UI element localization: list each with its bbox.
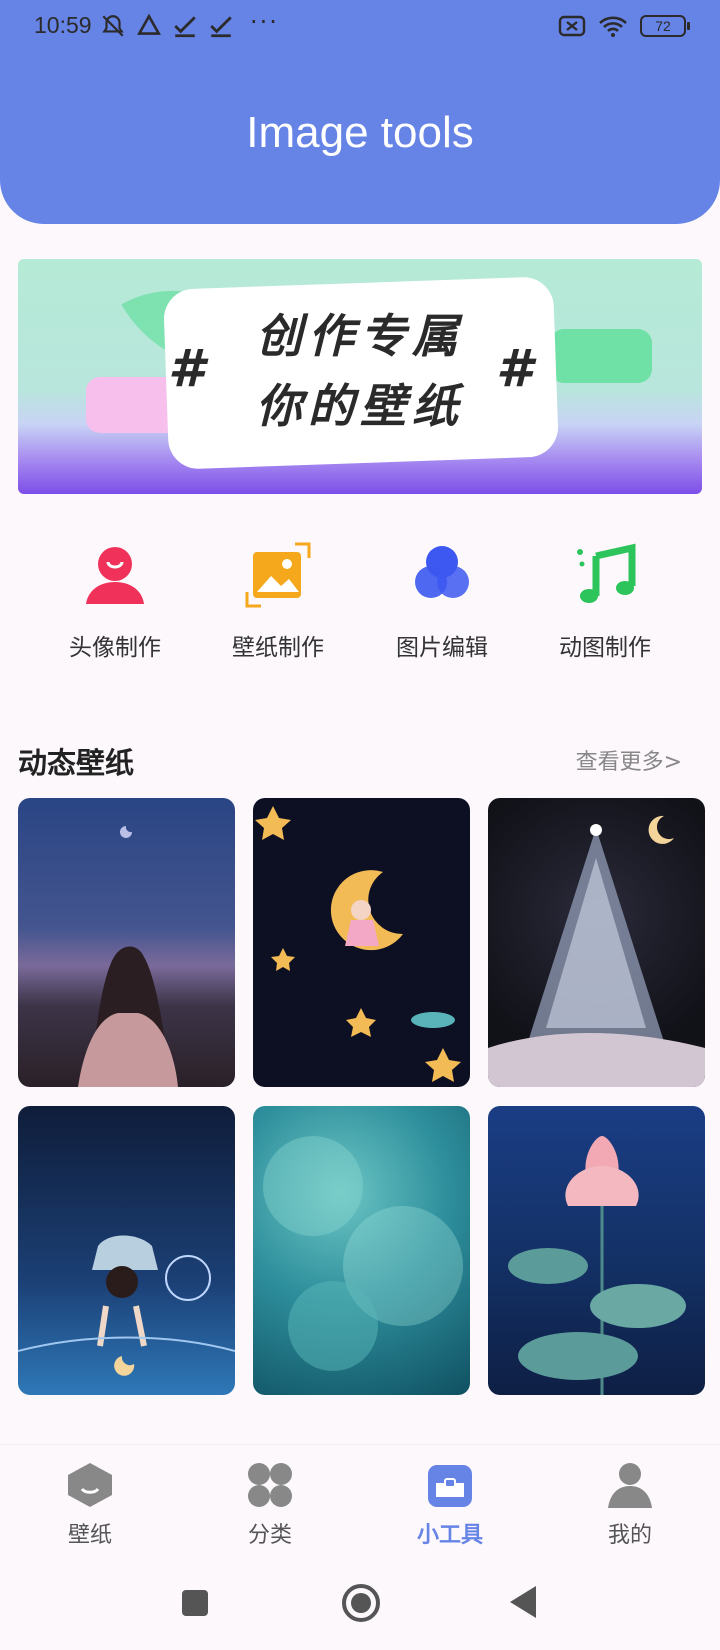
promo-banner[interactable]: 创作专属 你的壁纸 # # [18,259,702,494]
status-time: 10:59 [34,12,92,38]
check-icon [174,16,196,38]
no-sim-icon [558,15,586,37]
system-nav-bar [0,1566,720,1650]
check-icon [210,16,232,38]
recents-button-icon[interactable] [180,1588,210,1618]
tool-label: 头像制作 [69,635,161,661]
drive-icon [137,13,161,35]
tool-gif-maker[interactable]: 动图制作 [535,540,675,662]
tab-tools[interactable]: 小工具 [390,1461,510,1549]
tool-label: 图片编辑 [396,635,488,661]
wallpaper-image [488,815,705,1087]
tool-label: 动图制作 [559,635,651,661]
see-more-link[interactable]: 查看更多> [576,744,682,776]
tool-wallpaper-maker[interactable]: 壁纸制作 [208,540,348,662]
wallpaper-thumb[interactable] [18,1106,235,1395]
banner-line-1: 创作专属 [256,309,464,363]
wallpaper-image [508,1136,686,1395]
tool-label: 壁纸制作 [232,635,324,661]
tools-row: 头像制作 壁纸制作 图片编辑 动图制作 [0,540,720,670]
tab-label: 小工具 [416,1523,483,1548]
back-button-icon[interactable] [508,1584,538,1620]
more-notifications-icon: ··· [250,8,279,36]
banner-line-2: 你的壁纸 [256,379,464,433]
wallpaper-icon [68,1463,112,1507]
status-system-icons: 72 [558,14,690,38]
status-bar: 10:59 ··· 72 [0,0,720,56]
wallpaper-thumb[interactable] [488,798,705,1087]
tab-profile[interactable]: 我的 [570,1461,690,1549]
tab-label: 壁纸 [67,1523,112,1548]
wallpaper-thumb[interactable] [253,1106,470,1395]
wallpaper-image [263,1136,463,1371]
wallpaper-image [78,826,178,1087]
battery-indicator: 72 [640,15,690,37]
wallpaper-thumb[interactable] [488,1106,705,1395]
color-circles-icon [415,546,469,598]
bottom-tab-bar: 壁纸 分类 小工具 我的 [0,1444,720,1566]
tab-wallpaper[interactable]: 壁纸 [30,1461,150,1549]
profile-icon [608,1463,652,1508]
tab-category[interactable]: 分类 [210,1461,330,1549]
wifi-icon [599,16,627,37]
tool-avatar-maker[interactable]: 头像制作 [45,540,185,662]
wallpaper-thumb[interactable] [253,798,470,1087]
tab-label: 分类 [247,1523,292,1548]
image-icon [245,542,311,608]
wallpaper-thumb[interactable] [18,798,235,1087]
mute-icon [102,15,124,37]
toolbox-icon [428,1465,472,1507]
category-icon [248,1463,292,1507]
page-title: Image tools [246,108,474,157]
tool-image-editor[interactable]: 图片编辑 [372,540,512,662]
status-notification-icons [100,13,234,39]
hash-right: # [496,339,533,399]
section-title: 动态壁纸 [18,746,135,780]
music-note-icon [577,543,636,603]
wallpaper-image [18,1235,235,1376]
banner-text: 创作专属 你的壁纸 [18,301,702,441]
home-button-icon[interactable] [340,1582,382,1624]
avatar-icon [86,547,144,604]
hash-left: # [168,339,205,399]
tab-label: 我的 [607,1523,652,1548]
wallpaper-image [255,806,461,1082]
